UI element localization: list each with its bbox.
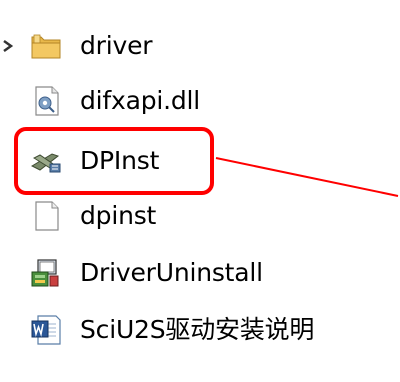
pointer-line (215, 157, 399, 197)
file-list-view: driver difxapi.dll DPInst dpinst DriverU… (0, 0, 400, 382)
